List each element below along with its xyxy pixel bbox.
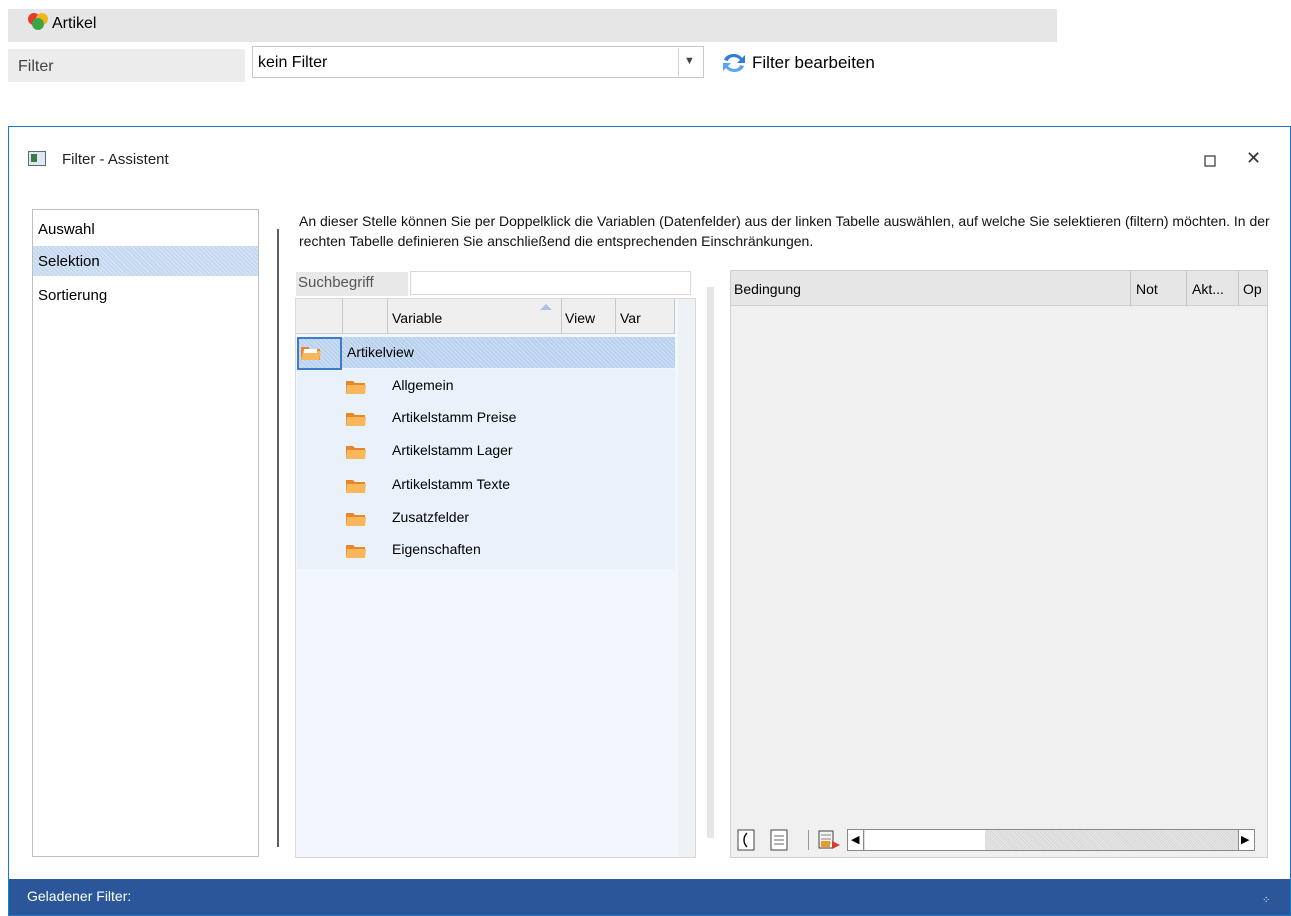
- tree-node-zusatzfelder[interactable]: Zusatzfelder: [392, 509, 469, 525]
- grid-splitter[interactable]: [707, 287, 714, 838]
- wizard-step-auswahl[interactable]: Auswahl: [38, 221, 95, 238]
- folder-icon: [346, 381, 366, 394]
- maximize-icon[interactable]: [1199, 150, 1221, 172]
- column-header-not[interactable]: Not: [1136, 281, 1158, 297]
- header-separator: [615, 299, 616, 334]
- resize-grip-icon[interactable]: ⁘: [1262, 895, 1270, 906]
- column-header-operator[interactable]: Op: [1243, 281, 1265, 297]
- window-icon-detail: [31, 154, 37, 162]
- folder-icon: [346, 480, 366, 493]
- folder-icon: [346, 446, 366, 459]
- filter-edit-link[interactable]: Filter bearbeiten: [752, 53, 875, 73]
- toolbar-separator: [808, 830, 809, 850]
- folder-icon: [346, 513, 366, 526]
- filter-edit-icon[interactable]: [720, 50, 748, 76]
- status-bar: [9, 879, 1290, 915]
- close-icon[interactable]: ✕: [1246, 148, 1261, 169]
- wizard-step-list: [32, 209, 259, 857]
- search-input[interactable]: [410, 271, 691, 295]
- folder-open-icon: [301, 347, 321, 360]
- variables-grid-header: [296, 299, 674, 334]
- tree-node-preise[interactable]: Artikelstamm Preise: [392, 409, 516, 425]
- column-header-view[interactable]: View: [565, 310, 595, 326]
- column-header-bedingung[interactable]: Bedingung: [734, 281, 801, 297]
- header-separator: [1130, 271, 1131, 306]
- expression-icon[interactable]: [770, 829, 788, 851]
- open-parenthesis-icon[interactable]: [737, 829, 755, 851]
- status-loaded-filter: Geladener Filter:: [27, 888, 132, 904]
- tree-node-eigenschaften[interactable]: Eigenschaften: [392, 541, 481, 557]
- artikel-logo-icon: [28, 13, 48, 30]
- filter-label: Filter: [18, 58, 54, 75]
- conditions-grid[interactable]: [730, 270, 1268, 858]
- search-label: Suchbegriff: [298, 274, 374, 291]
- chevron-down-icon: ▼: [684, 55, 695, 67]
- header-separator: [387, 299, 388, 334]
- horizontal-scrollbar-thumb[interactable]: [865, 830, 985, 850]
- tree-rows-background: [297, 369, 675, 569]
- sort-ascending-icon: [540, 304, 552, 310]
- header-separator: [674, 299, 675, 334]
- instruction-text: An dieser Stelle können Sie per Doppelkl…: [299, 213, 1270, 249]
- tree-node-texte[interactable]: Artikelstamm Texte: [392, 476, 510, 492]
- delete-condition-icon[interactable]: [818, 829, 842, 851]
- folder-icon: [346, 545, 366, 558]
- tree-node-root[interactable]: Artikelview: [347, 344, 414, 360]
- column-header-aktiv[interactable]: Akt...: [1192, 281, 1224, 297]
- column-header-var[interactable]: Var: [620, 310, 641, 326]
- header-separator: [1186, 271, 1187, 306]
- header-separator: [1238, 271, 1239, 306]
- wizard-step-selektion[interactable]: Selektion: [38, 253, 100, 270]
- header-separator: [342, 299, 343, 334]
- filter-select-value: kein Filter: [258, 54, 328, 71]
- column-header-variable[interactable]: Variable: [392, 310, 442, 326]
- arrow-left-icon: ◀: [851, 834, 860, 846]
- tree-node-lager[interactable]: Artikelstamm Lager: [392, 442, 513, 458]
- folder-icon: [346, 413, 366, 426]
- arrow-right-icon: ▶: [1241, 834, 1250, 846]
- tree-node-allgemein[interactable]: Allgemein: [392, 377, 453, 393]
- variables-grid-scroll-area: [678, 299, 695, 857]
- header-separator: [561, 299, 562, 334]
- dialog-title: Filter - Assistent: [62, 151, 169, 168]
- artikel-header-bar: [8, 9, 1057, 42]
- wizard-step-sortierung[interactable]: Sortierung: [38, 287, 107, 304]
- artikel-title: Artikel: [52, 15, 97, 32]
- panel-divider: [277, 229, 279, 847]
